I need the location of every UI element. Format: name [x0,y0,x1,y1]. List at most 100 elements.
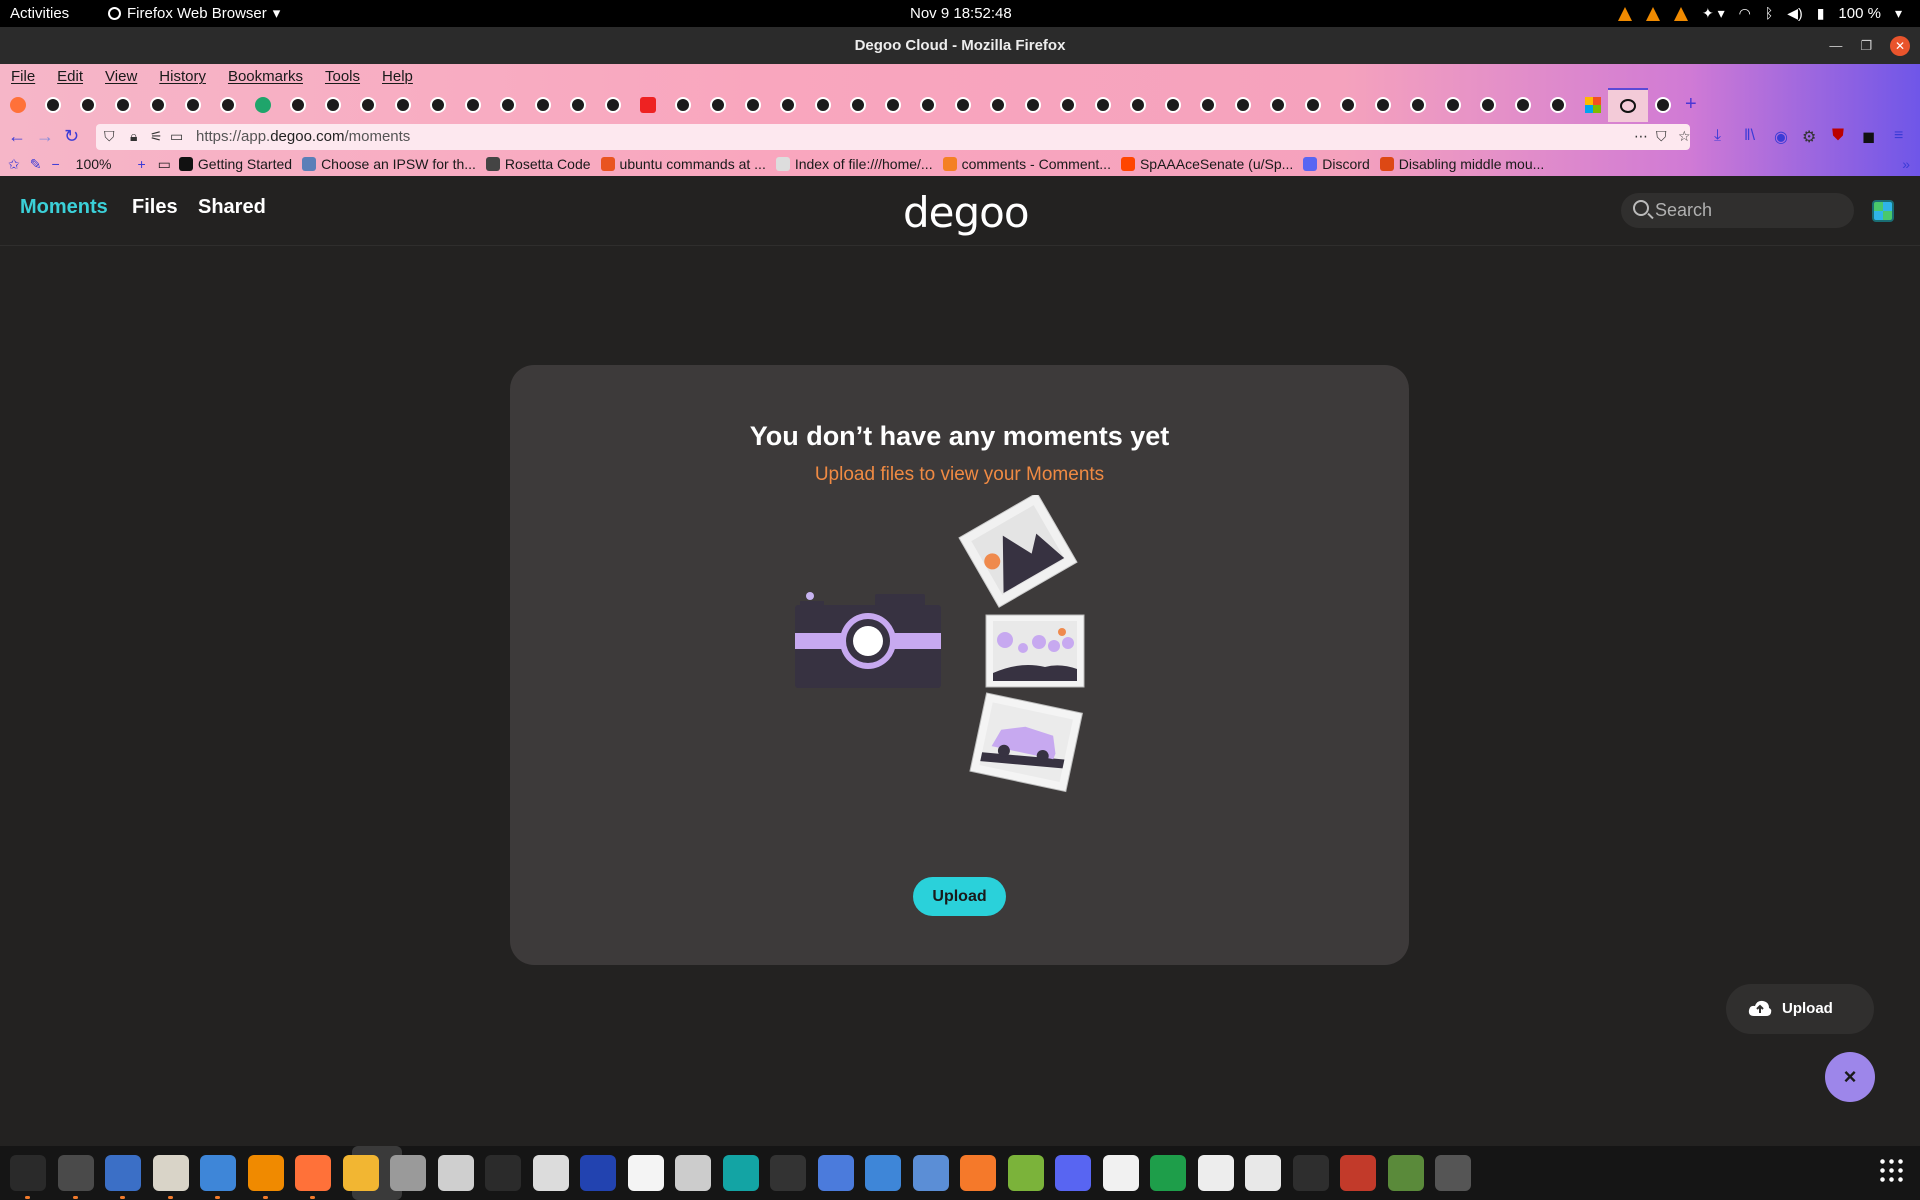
inkscape-icon[interactable] [532,1155,569,1191]
new-tab-button[interactable]: + [1685,93,1697,116]
github-icon[interactable] [290,97,306,113]
vlc-icon[interactable] [1617,6,1632,21]
activities-button[interactable]: Activities [10,0,69,27]
bookmark-item[interactable]: Disabling middle mou... [1379,156,1544,172]
github-icon[interactable] [80,97,96,113]
github-icon[interactable] [710,97,726,113]
extension-icon[interactable]: ◼ [1862,127,1875,147]
lock-icon[interactable]: 🔒︎ [130,128,137,145]
screenshot-icon[interactable] [865,1155,901,1191]
text-editor-icon[interactable] [200,1155,236,1199]
github-icon[interactable] [1235,97,1251,113]
hamburger-menu-icon[interactable]: ≡ [1894,127,1903,145]
github-icon[interactable] [675,97,691,113]
github-icon[interactable] [815,97,831,113]
github-icon[interactable] [1095,97,1111,113]
typora-icon[interactable] [1197,1155,1234,1191]
github-icon[interactable] [1165,97,1181,113]
show-applications-icon[interactable] [1878,1157,1904,1183]
podcast-icon[interactable] [580,1155,616,1191]
zoom-level[interactable]: 100% [76,156,112,172]
system-tray[interactable]: ✦ ▾ ◠ ᛒ ◀) ▮ 100 % ▾ [1617,0,1902,27]
folder-icon[interactable]: ▭ [158,156,171,173]
gimp-icon[interactable] [1292,1155,1329,1191]
github-icon[interactable] [325,97,341,113]
gimp-icon[interactable] [1007,1155,1044,1191]
files-icon[interactable] [152,1155,189,1199]
search-box[interactable] [1621,193,1854,228]
github-icon[interactable] [150,97,166,113]
github-icon[interactable] [1375,97,1391,113]
bookmark-item[interactable]: ubuntu commands at ... [600,156,766,172]
github-icon[interactable] [605,97,621,113]
mario-icon[interactable] [1340,1155,1376,1191]
maximize-icon[interactable]: ❐ [1860,27,1872,64]
vlc-icon[interactable] [1673,6,1688,21]
firefox-icon[interactable] [10,97,26,113]
bookmark-item[interactable]: comments - Comment... [942,156,1111,172]
github-icon[interactable] [1340,97,1356,113]
volume-icon[interactable]: ◀) [1787,0,1802,27]
youtube-icon[interactable] [640,97,656,113]
blender-icon[interactable] [960,1155,996,1191]
app-menu[interactable]: Firefox Web Browser ▾ [108,0,280,27]
github-icon[interactable] [955,97,971,113]
shield-icon[interactable]: ⛉ [104,128,115,145]
bookmark-manager-icon[interactable]: ✩ [8,156,20,173]
github-icon[interactable] [500,97,516,113]
settings-icon[interactable] [390,1155,426,1191]
github-icon[interactable] [360,97,376,113]
github-icon[interactable] [1550,97,1566,113]
floating-close-button[interactable]: × [1825,1052,1875,1102]
accessibility-icon[interactable]: ✦ ▾ [1702,0,1725,27]
character-map-icon[interactable] [1102,1155,1139,1191]
permissions-icon[interactable]: ⚟ [150,128,163,145]
inkscape-icon[interactable] [770,1155,806,1191]
github-icon[interactable] [535,97,551,113]
github-icon[interactable] [850,97,866,113]
wifi-icon[interactable]: ◠ [1739,0,1751,27]
writer-icon[interactable] [105,1155,141,1199]
downloads-icon[interactable]: ⤓ [1714,127,1721,145]
menu-history[interactable]: History [148,64,217,88]
bookmark-item[interactable]: Getting Started [178,156,292,172]
github-icon[interactable] [1515,97,1531,113]
minimize-icon[interactable]: — [1829,27,1842,64]
github-icon[interactable] [885,97,901,113]
github-icon[interactable] [1060,97,1076,113]
github-icon[interactable] [1655,97,1671,113]
vlc-icon[interactable] [1645,6,1660,21]
github-icon[interactable] [1445,97,1461,113]
more-actions-icon[interactable]: ⋯ [1634,128,1648,145]
calendar-icon[interactable] [722,1155,759,1191]
bookmark-star-icon[interactable]: ☆ [1678,128,1691,145]
nav-moments[interactable]: Moments [20,196,108,219]
nav-files[interactable]: Files [132,196,178,219]
menu-bookmarks[interactable]: Bookmarks [217,64,314,88]
menu-file[interactable]: File [0,64,46,88]
discord-icon[interactable] [1055,1155,1091,1191]
window-close-icon[interactable]: ✕ [1890,35,1910,56]
wave-icon[interactable] [627,1155,664,1191]
github-icon[interactable] [1025,97,1041,113]
github-icon[interactable] [570,97,586,113]
github-icon[interactable] [780,97,796,113]
avatar[interactable] [1872,200,1894,222]
disk-usage-icon[interactable] [437,1155,474,1191]
bookmark-item[interactable]: Index of file:///home/... [775,156,933,172]
nav-shared[interactable]: Shared [198,196,266,219]
pocket-icon[interactable]: ⛉ [1656,128,1667,145]
bookmark-item[interactable]: Choose an IPSW for th... [302,156,476,172]
microsoft-icon[interactable] [1585,97,1601,113]
github-icon[interactable] [430,97,446,113]
bookmark-item[interactable]: Rosetta Code [485,156,591,172]
tasks-icon[interactable] [817,1155,854,1191]
floating-upload-button[interactable]: Upload [1726,984,1874,1034]
minecraft-icon[interactable] [1387,1155,1424,1191]
upload-button[interactable]: Upload [913,877,1006,916]
url-bar[interactable]: ⛉ 🔒︎ ⚟ ▭ https://app.degoo.com/moments ⋯… [96,124,1691,150]
github-icon[interactable] [395,97,411,113]
virtualbox-icon[interactable] [912,1155,949,1191]
extension-icon[interactable]: ⚙ [1802,127,1816,147]
github-icon[interactable] [990,97,1006,113]
